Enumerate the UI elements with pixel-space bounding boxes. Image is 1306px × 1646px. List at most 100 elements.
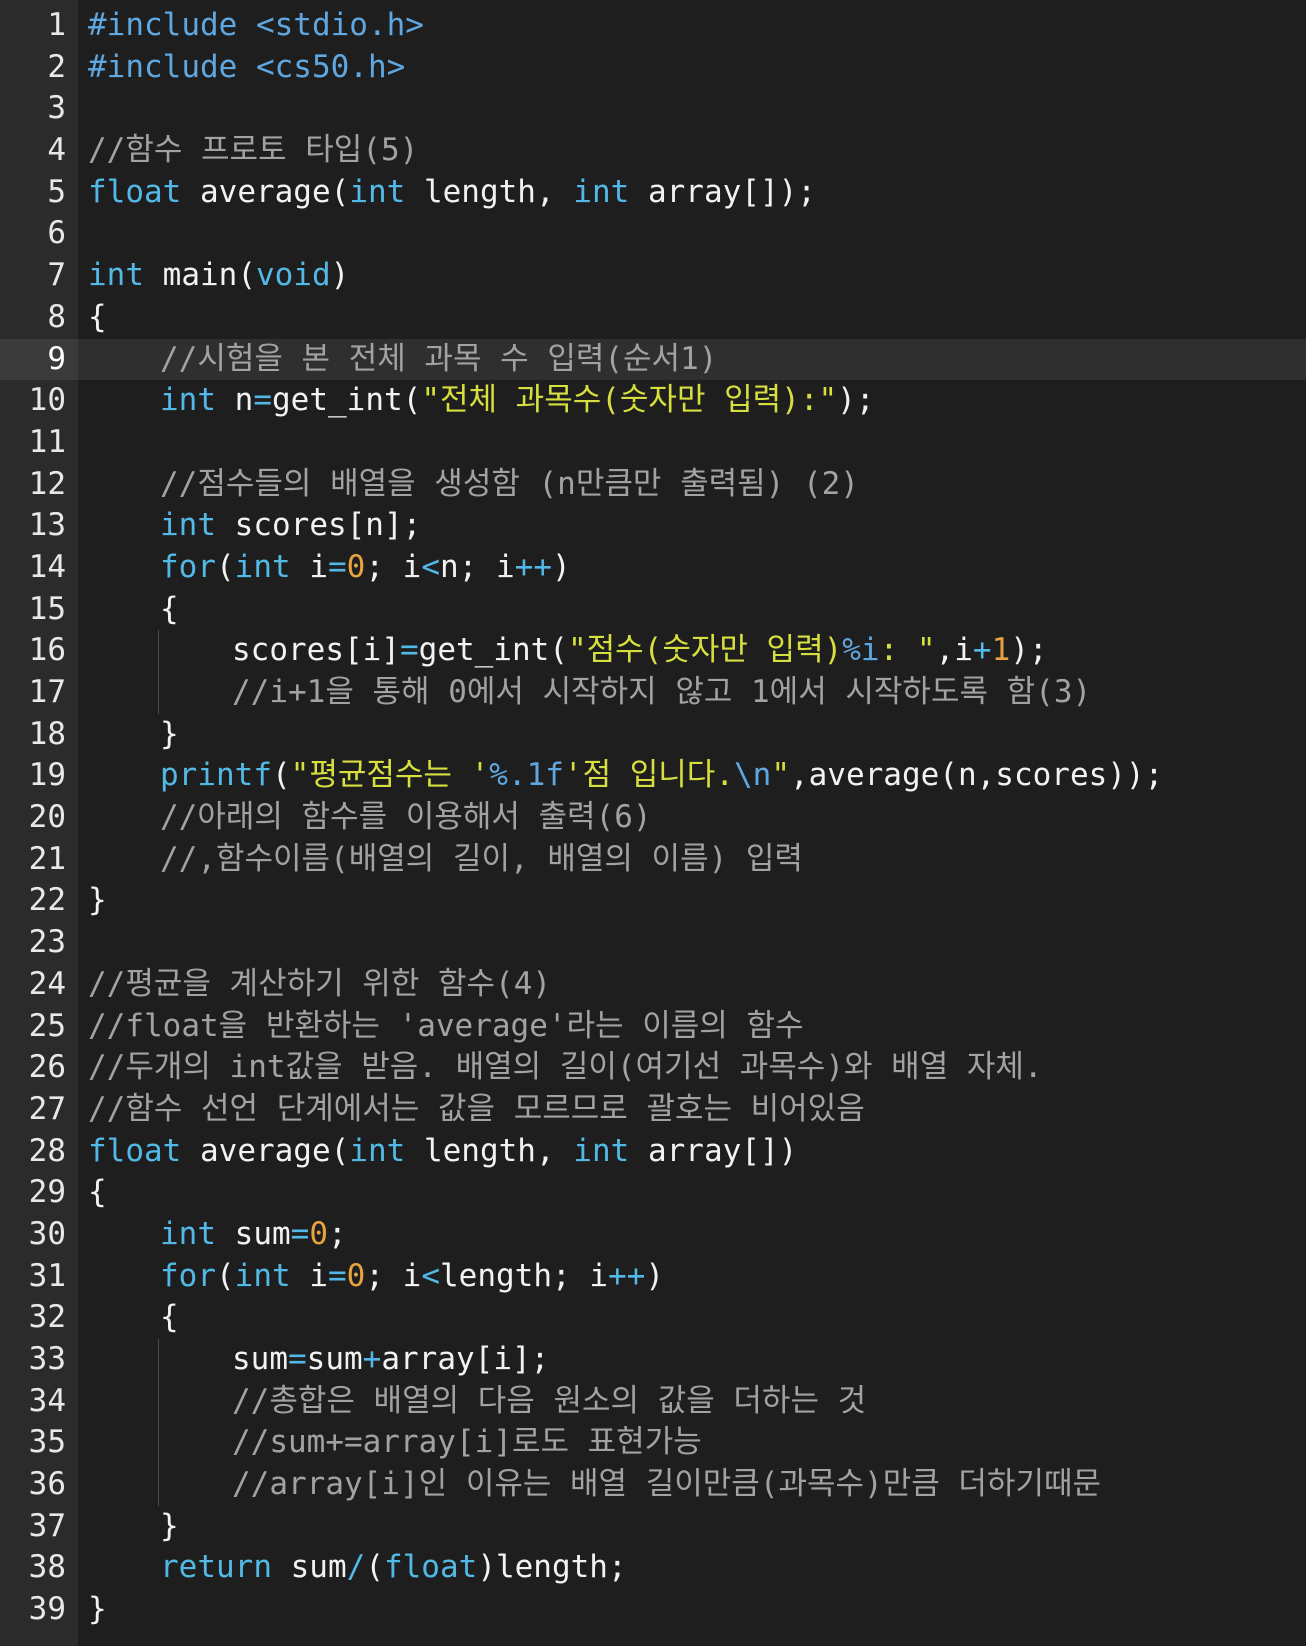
- operator-token: /: [346, 1549, 366, 1586]
- code-line[interactable]: 12 //점수들의 배열을 생성함 (n만큼만 출력됨) (2): [0, 464, 1306, 506]
- keyword-token: printf: [160, 757, 272, 794]
- code-area[interactable]: 1 #include <stdio.h> 2 #include <cs50.h> 3 4/…: [0, 5, 1306, 1631]
- code-line[interactable]: 24 //평균을 계산하기 위한 함수(4): [0, 964, 1306, 1006]
- preprocessor-token: <cs50.h>: [255, 48, 406, 85]
- code-line[interactable]: 9 //시험을 본 전체 과목 수 입력(순서1): [0, 338, 1306, 381]
- code-line[interactable]: 34 //총합은 배열의 다음 원소의 값을 더하는 것: [0, 1380, 1306, 1423]
- line-text: }: [88, 1589, 107, 1631]
- code-token: {: [88, 1174, 107, 1211]
- keyword-token: int: [234, 1257, 291, 1294]
- code-line[interactable]: 27 //함수 선언 단계에서는 값을 모르므로 괄호는 비어있음: [0, 1089, 1306, 1131]
- line-text: #include <stdio.h>: [88, 5, 424, 47]
- line-text: float average(int length, int array[]): [88, 1131, 797, 1173]
- code-line[interactable]: 13 int scores[n];: [0, 505, 1306, 547]
- keyword-token: int: [160, 507, 216, 544]
- code-line[interactable]: 20 //아래의 함수를 이용해서 출력(6): [0, 797, 1306, 839]
- indent-guide: [158, 1464, 159, 1506]
- code-token: array[]);: [629, 173, 816, 210]
- code-token: i: [290, 548, 328, 585]
- line-number: 4: [47, 132, 66, 169]
- code-line[interactable]: 39}: [0, 1589, 1306, 1631]
- comment-token: //array[i]인 이유는 배열 길이만큼(과목수)만큼 더하기때문: [232, 1466, 1102, 1503]
- code-token: ): [552, 548, 571, 585]
- code-token: ;: [328, 1215, 347, 1252]
- operator-token: <: [421, 1257, 441, 1294]
- code-line[interactable]: 26 //두개의 int값을 받음. 배열의 길이(여기선 과목수)와 배열 자체…: [0, 1047, 1306, 1089]
- line-number: 31: [28, 1257, 66, 1294]
- line-text: //함수 선언 단계에서는 값을 모르므로 괄호는 비어있음: [88, 1089, 865, 1131]
- code-line[interactable]: 14 for(int i=0; i<n; i++): [0, 547, 1306, 589]
- code-line[interactable]: 19 printf("평균점수는 '%.1f'점 입니다.\n",average(…: [0, 755, 1306, 797]
- code-line[interactable]: 5 float average(int length, int array[]);: [0, 172, 1306, 214]
- operator-token: =: [399, 632, 419, 669]
- code-line[interactable]: 4 //함수 프로토 타입(5): [0, 130, 1306, 172]
- code-token: get_int(: [272, 382, 422, 419]
- line-text: #include <cs50.h>: [88, 47, 405, 89]
- line-number: 23: [28, 924, 66, 961]
- code-line[interactable]: 33 sum=sum+array[i];: [0, 1339, 1306, 1381]
- code-token: n: [216, 382, 254, 419]
- code-line[interactable]: 8{: [0, 297, 1306, 339]
- code-line[interactable]: 32 {: [0, 1297, 1306, 1339]
- code-editor[interactable]: 1 #include <stdio.h> 2 #include <cs50.h> 3 4/…: [0, 0, 1306, 1646]
- string-token: "점수(숫자만 입력): [567, 632, 843, 669]
- line-text: int sum=0;: [160, 1214, 347, 1256]
- number-token: 0: [346, 548, 366, 585]
- code-token: length,: [405, 1132, 574, 1169]
- code-line[interactable]: 2 #include <cs50.h>: [0, 47, 1306, 89]
- operator-token: <: [421, 548, 441, 585]
- string-token: '점 입니다.: [563, 757, 734, 794]
- code-line[interactable]: 37}: [0, 1506, 1306, 1548]
- line-number: 17: [28, 674, 66, 710]
- code-line[interactable]: 15 {: [0, 589, 1306, 631]
- code-line[interactable]: 1 #include <stdio.h>: [0, 5, 1306, 47]
- line-text: {: [88, 1172, 107, 1214]
- code-token: sum: [306, 1341, 363, 1377]
- code-line[interactable]: 29 {: [0, 1172, 1306, 1214]
- line-number: 34: [28, 1382, 66, 1419]
- string-token: ": [771, 757, 790, 794]
- line-number: 24: [28, 965, 66, 1002]
- code-line[interactable]: 38 return sum/(float)length;: [0, 1547, 1306, 1589]
- code-token: ): [645, 1257, 664, 1294]
- code-line[interactable]: 36 //array[i]인 이유는 배열 길이만큼(과목수)만큼 더하기때문: [0, 1464, 1306, 1506]
- line-text: //i+1을 통해 0에서 시작하지 않고 1에서 시작하도록 함(3): [232, 672, 1091, 714]
- code-line[interactable]: 28 float average(int length, int array[]): [0, 1131, 1306, 1173]
- code-line[interactable]: 35 //sum+=array[i]로도 표현가능: [0, 1422, 1306, 1465]
- comment-token: //아래의 함수를 이용해서 출력(6): [160, 799, 652, 836]
- code-line[interactable]: 30 int sum=0;: [0, 1214, 1306, 1256]
- code-line[interactable]: 18}: [0, 714, 1306, 756]
- indent-guide: [158, 630, 159, 672]
- code-line[interactable]: 10 int n=get_int("전체 과목수(숫자만 입력):");: [0, 380, 1306, 422]
- line-number: 8: [47, 298, 66, 335]
- line-text: }: [88, 880, 107, 922]
- line-number: 26: [28, 1049, 66, 1086]
- line-number: 10: [28, 382, 66, 419]
- code-line[interactable]: 7 int main(void): [0, 255, 1306, 297]
- code-line[interactable]: 11: [0, 422, 1306, 464]
- comment-token: //float을 반환하는 'average'라는 이름의 함수: [88, 1007, 804, 1044]
- code-line[interactable]: 16 scores[i]=get_int("점수(숫자만 입력)%i: ",i+1…: [0, 630, 1306, 672]
- keyword-token: void: [255, 257, 331, 294]
- keyword-token: int: [88, 257, 144, 294]
- line-number: 2: [47, 48, 66, 85]
- string-token: : ": [879, 632, 936, 669]
- code-line[interactable]: 22}: [0, 880, 1306, 922]
- line-number: 12: [28, 465, 66, 502]
- operator-token: ++: [514, 548, 552, 585]
- code-line[interactable]: 17 //i+1을 통해 0에서 시작하지 않고 1에서 시작하도록 함(3): [0, 672, 1306, 714]
- code-line[interactable]: 21 //,함수이름(배열의 길이, 배열의 이름) 입력: [0, 839, 1306, 881]
- indent-guide: [158, 1380, 159, 1423]
- line-number: 39: [28, 1591, 66, 1628]
- code-token: main(: [144, 257, 256, 294]
- code-line[interactable]: 3: [0, 88, 1306, 130]
- line-number: 3: [47, 90, 66, 127]
- code-line[interactable]: 6: [0, 213, 1306, 255]
- code-line[interactable]: 31 for(int i=0; i<length; i++): [0, 1256, 1306, 1298]
- code-line[interactable]: 23: [0, 922, 1306, 964]
- line-number: 20: [28, 799, 66, 836]
- code-line[interactable]: 25 //float을 반환하는 'average'라는 이름의 함수: [0, 1006, 1306, 1048]
- line-number: 22: [28, 882, 66, 919]
- code-token: get_int(: [418, 632, 568, 669]
- code-token: ; i: [365, 1257, 422, 1294]
